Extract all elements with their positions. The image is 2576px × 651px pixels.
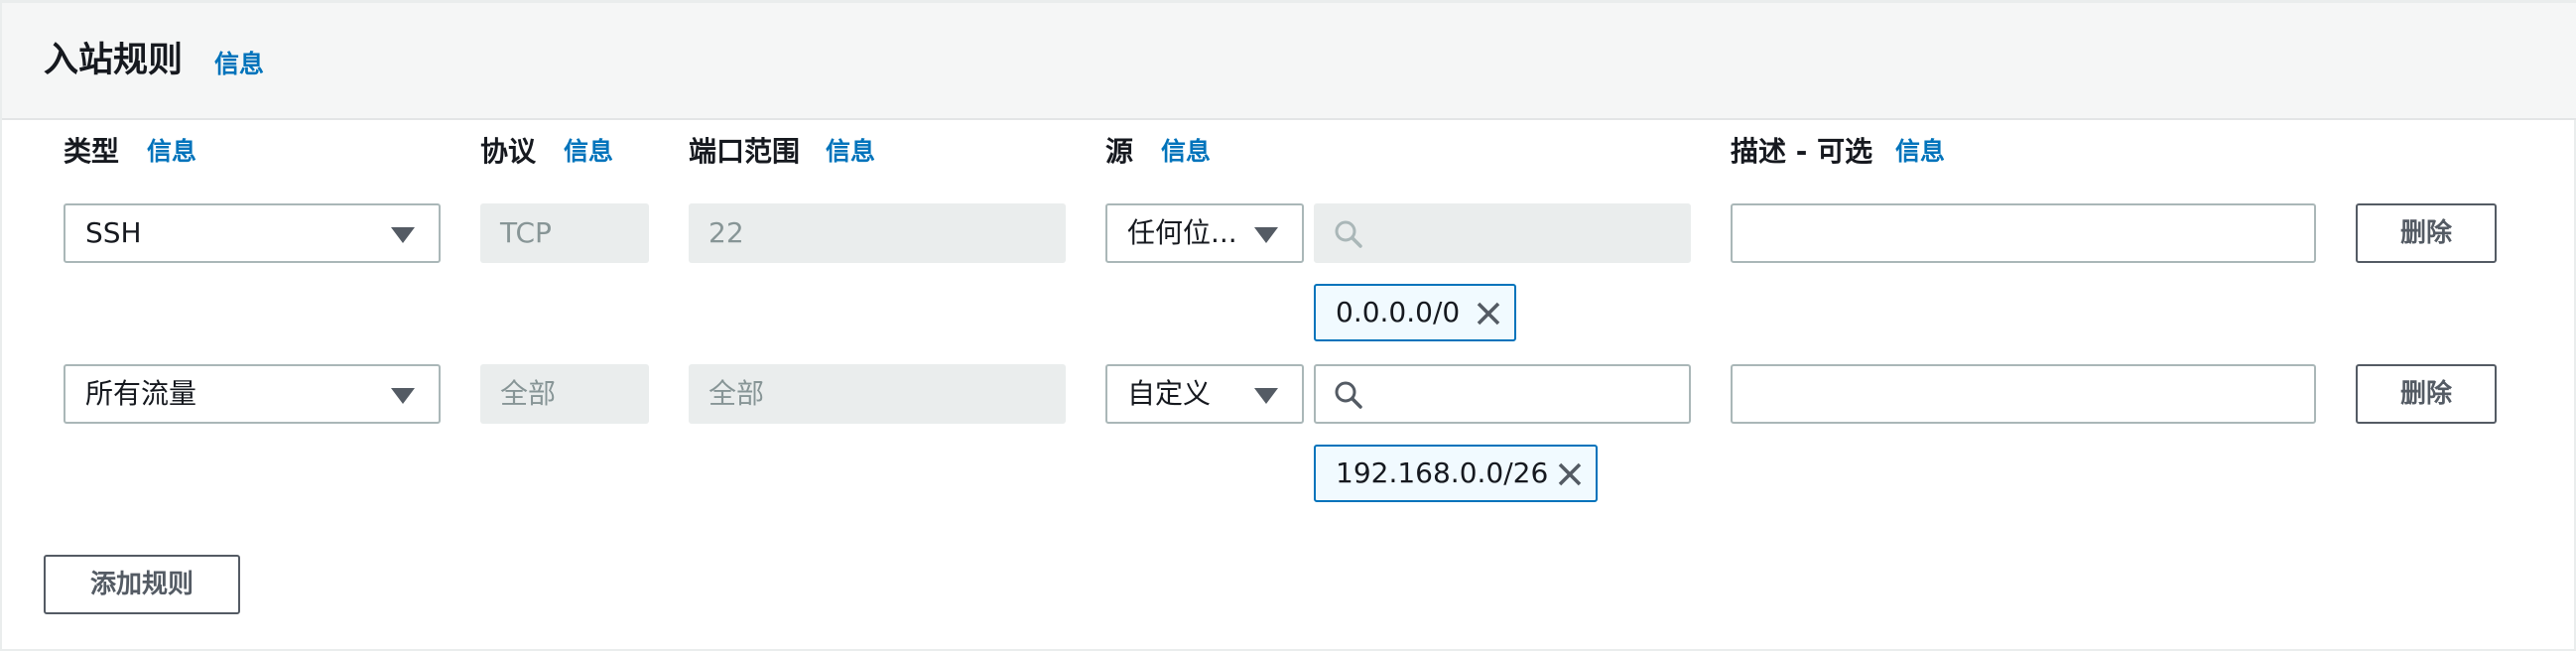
caret-down-icon [391,388,415,404]
rule-1-description-input[interactable] [1731,203,2316,263]
column-label-description: 描述 - 可选 [1731,135,1873,168]
rule-2-cidr-token: 192.168.0.0/26 [1314,445,1598,502]
column-label-type: 类型 [64,135,120,168]
rule-1-source-type-select[interactable]: 任何位... [1105,203,1304,263]
rule-2-port-range-field: 全部 [689,364,1066,424]
caret-down-icon [1254,227,1278,243]
rule-2-cidr-search-input[interactable] [1314,364,1691,424]
type-info-link[interactable]: 信息 [147,136,196,168]
rule-2-delete-button[interactable]: 删除 [2356,364,2497,424]
header-info-link[interactable]: 信息 [214,49,264,80]
rule-1-protocol-field: TCP [480,203,649,263]
panel-header: 入站规则 信息 [2,3,2576,120]
inbound-rules-panel: 入站规则 信息 类型 信息 协议 信息 端口范围 信息 源 信息 描述 - 可选… [0,0,2576,651]
column-label-port-range: 端口范围 [689,135,801,168]
search-icon [1335,220,1362,248]
rule-2-description-input[interactable] [1731,364,2316,424]
rule-2-type-select[interactable]: 所有流量 [64,364,441,424]
caret-down-icon [1254,388,1278,404]
panel-title: 入站规则 [44,41,184,80]
rule-1-port-range-field: 22 [689,203,1066,263]
description-info-link[interactable]: 信息 [1895,136,1945,168]
caret-down-icon [391,227,415,243]
add-rule-button[interactable]: 添加规则 [44,555,240,614]
rule-2-cidr-token-label: 192.168.0.0/26 [1336,456,1549,489]
close-icon[interactable] [1475,300,1502,327]
rule-1-cidr-token-label: 0.0.0.0/0 [1336,296,1461,328]
rule-1-cidr-token: 0.0.0.0/0 [1314,284,1516,341]
rule-1-type-value: SSH [85,216,142,249]
rule-2-source-type-value: 自定义 [1127,377,1212,410]
column-label-protocol: 协议 [480,135,537,168]
rule-1-cidr-search-input [1314,203,1691,263]
source-info-link[interactable]: 信息 [1161,136,1211,168]
close-icon[interactable] [1556,460,1584,488]
search-icon [1335,381,1362,409]
rule-1-type-select[interactable]: SSH [64,203,441,263]
rule-2-source-type-select[interactable]: 自定义 [1105,364,1304,424]
rule-1-source-type-value: 任何位... [1127,216,1237,249]
rule-2-protocol-field: 全部 [480,364,649,424]
protocol-info-link[interactable]: 信息 [564,136,613,168]
column-label-source: 源 [1105,135,1134,168]
rule-2-type-value: 所有流量 [85,377,197,410]
port-range-info-link[interactable]: 信息 [826,136,875,168]
rule-1-delete-button[interactable]: 删除 [2356,203,2497,263]
